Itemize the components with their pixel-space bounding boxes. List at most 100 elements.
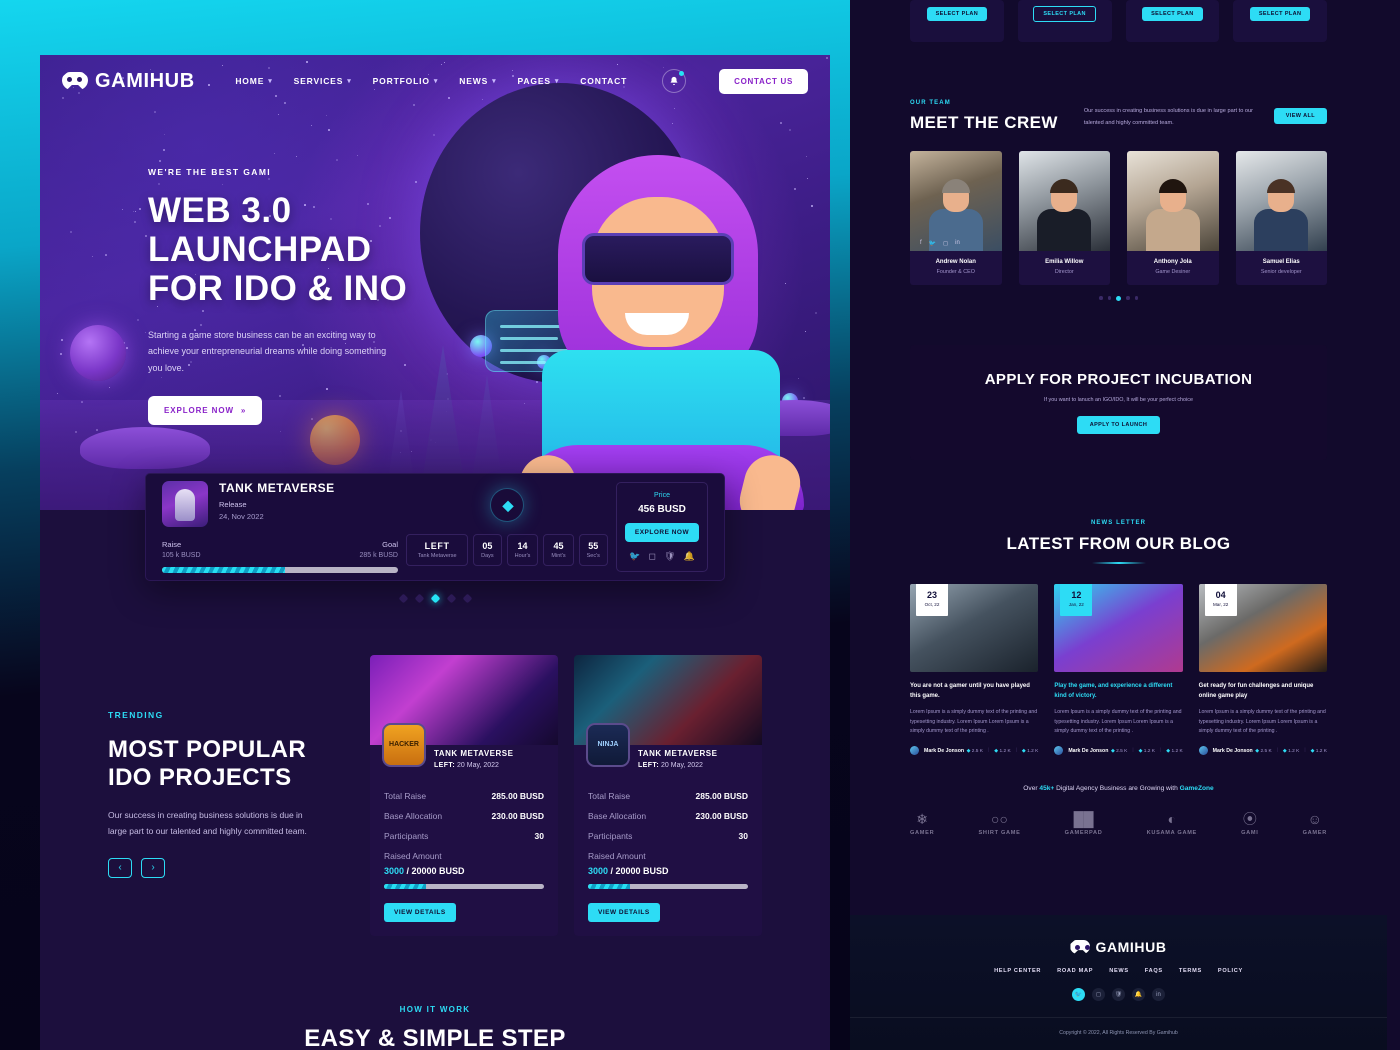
contact-us-button[interactable]: CONTACT US (719, 69, 808, 94)
avatar (1054, 746, 1063, 755)
footer-nav-item[interactable]: HELP CENTER (994, 968, 1041, 974)
footer-nav-item[interactable]: ROAD MAP (1057, 968, 1093, 974)
nav-item-services[interactable]: SERVICES ▾ (294, 76, 352, 86)
instagram-icon[interactable]: ◻ (943, 240, 948, 247)
hero-explore-button[interactable]: EXPLORE NOW » (148, 396, 262, 425)
twitter-icon[interactable]: 🐦 (629, 551, 640, 562)
chevron-left-icon[interactable]: ‹ (108, 858, 132, 878)
launchpad-progress-bar (162, 567, 398, 573)
hero-explore-label: EXPLORE NOW (164, 406, 234, 415)
team-slider-dot[interactable] (1135, 296, 1139, 300)
brand-logo: ⦿ GAMI (1241, 812, 1258, 836)
team-member-card[interactable]: Samuel Elias Senior developer (1236, 151, 1328, 285)
nav-item-news[interactable]: NEWS ▾ (459, 76, 496, 86)
brand-logo: ◐ KUSAMA GAME (1147, 812, 1197, 836)
countdown-value: 05 (481, 541, 494, 551)
facebook-icon[interactable]: f (920, 240, 922, 247)
nav-label: PORTFOLIO (373, 76, 430, 86)
blog-card[interactable]: 12 Jan, 22 Play the game, and experience a… (1054, 584, 1182, 755)
footer-nav-item[interactable]: TERMS (1179, 968, 1202, 974)
nav-item-contact[interactable]: CONTACT (580, 76, 627, 86)
select-plan-button[interactable]: SELECT PLAN (1033, 6, 1096, 22)
project-card[interactable]: NINJA TANK METAVERSE LEFT: 20 May, 2022 Tot… (574, 655, 762, 936)
brand-logo: ❄ GAMER (910, 812, 934, 836)
blog-card-title[interactable]: Get ready for fun challenges and unique … (1199, 682, 1327, 701)
launchpad-explore-button[interactable]: EXPLORE NOW (625, 523, 699, 542)
project-card-left: LEFT: 20 May, 2022 (638, 762, 703, 769)
footer-nav-item[interactable]: POLICY (1218, 968, 1243, 974)
site-header: GAMIHUB HOME ▾ SERVICES ▾ PORTFOLIO ▾ NEWS ▾… (40, 55, 830, 107)
footer-logo[interactable]: GAMIHUB (850, 939, 1387, 955)
shield-icon[interactable]: 🛡 (664, 551, 675, 562)
page-root: GAMIHUB HOME ▾ SERVICES ▾ PORTFOLIO ▾ NEWS ▾… (0, 0, 1400, 1050)
apply-to-launch-button[interactable]: APPLY TO LAUNCH (1077, 416, 1161, 434)
team-slider-dot[interactable] (1126, 296, 1130, 300)
stat-separator: | (1132, 748, 1133, 753)
team-member-card[interactable]: f 🐦 ◻ in Andrew Nolan Founder & CEO (910, 151, 1002, 285)
nav-item-portfolio[interactable]: PORTFOLIO ▾ (373, 76, 439, 86)
bell-icon[interactable] (662, 69, 686, 93)
countdown-unit: Days (481, 553, 494, 559)
team-slider-dot[interactable] (1099, 296, 1103, 300)
price-label: Price (625, 492, 699, 499)
hero-section: GAMIHUB HOME ▾ SERVICES ▾ PORTFOLIO ▾ NEWS ▾… (40, 55, 830, 510)
footer-nav-item[interactable]: FAQS (1145, 968, 1163, 974)
raised-amount-label: Raised Amount (384, 851, 544, 861)
slider-dot[interactable] (462, 594, 472, 604)
select-plan-button[interactable]: SELECT PLAN (1250, 7, 1311, 21)
instagram-icon[interactable]: ◻ (1092, 988, 1105, 1001)
brand-logo: ○○ SHIRT GAME (978, 812, 1020, 836)
project-stat-value: 230.00 BUSD (696, 811, 748, 821)
view-details-button[interactable]: VIEW DETAILS (384, 903, 456, 922)
view-details-button[interactable]: VIEW DETAILS (588, 903, 660, 922)
footer-nav-item[interactable]: NEWS (1109, 968, 1129, 974)
hero-slider-dots[interactable] (40, 595, 830, 602)
slider-dot[interactable] (398, 594, 408, 604)
blog-card-title[interactable]: You are not a gamer until you have playe… (910, 682, 1038, 701)
bell-icon[interactable]: 🔔 (1132, 988, 1145, 1001)
linkedin-icon[interactable]: in (1152, 988, 1165, 1001)
chevron-right-icon[interactable]: › (141, 858, 165, 878)
nav-item-home[interactable]: HOME ▾ (235, 76, 272, 86)
twitter-icon[interactable]: 🐦 (929, 240, 936, 247)
project-card[interactable]: HACKER TANK METAVERSE LEFT: 20 May, 2022 To… (370, 655, 558, 936)
twitter-icon[interactable]: 🐦 (1072, 988, 1085, 1001)
shield-icon[interactable]: 🛡 (1112, 988, 1125, 1001)
team-slider-dot[interactable] (1116, 296, 1121, 301)
team-slider-dots[interactable] (910, 296, 1327, 301)
blog-card-excerpt: Lorem Ipsum is a simply dummy text of th… (910, 708, 1038, 737)
blog-card-meta: Mark De Jonson ◆ 2.5 K | ◆ 1.2 K | ◆ 1.2 K (1199, 746, 1327, 755)
select-plan-button[interactable]: SELECT PLAN (1142, 7, 1203, 21)
slider-dot[interactable] (446, 594, 456, 604)
linkedin-icon[interactable]: in (955, 240, 960, 247)
team-member-figure (1254, 182, 1308, 251)
brand-logo: ██ GAMERPAD (1065, 812, 1103, 836)
headset-cat-icon: ◐ (1147, 812, 1197, 826)
select-plan-button[interactable]: SELECT PLAN (927, 7, 988, 21)
logo[interactable]: GAMIHUB (62, 70, 195, 93)
footer-socials: 🐦 ◻ 🛡 🔔 in (850, 988, 1387, 1001)
fire-icon: ◆ 2.5 K (1111, 748, 1127, 754)
nav-item-pages[interactable]: PAGES ▾ (518, 76, 560, 86)
team-member-card[interactable]: Emilia Willow Director (1019, 151, 1111, 285)
incubation-section: APPLY FOR PROJECT INCUBATION If you want… (850, 345, 1387, 460)
instagram-icon[interactable]: ◻ (649, 551, 656, 562)
blog-card[interactable]: 23 Oct, 22 You are not a gamer until you h… (910, 584, 1038, 755)
blog-card-title[interactable]: Play the game, and experience a differen… (1054, 682, 1182, 701)
project-stat-value: 285.00 BUSD (492, 791, 544, 801)
raise-value: 105 k BUSD (162, 552, 201, 559)
team-member-card[interactable]: Anthony Jola Game Desiner (1127, 151, 1219, 285)
slider-dot[interactable] (430, 594, 440, 604)
blog-card[interactable]: 04 Mar, 22 Get ready for fun challenges an… (1199, 584, 1327, 755)
team-slider-dot[interactable] (1108, 296, 1112, 300)
team-view-all-button[interactable]: VIEW ALL (1274, 108, 1327, 124)
brand-logo-label: GAMER (1303, 830, 1327, 836)
project-stat-value: 30 (535, 831, 544, 841)
slider-dot[interactable] (414, 594, 424, 604)
chevron-down-icon: ▾ (492, 77, 496, 85)
bell-icon[interactable]: 🔔 (683, 551, 694, 562)
raised-amount-value: 3000 / 20000 BUSD (384, 866, 544, 876)
blog-date-month: Jan, 22 (1069, 602, 1084, 607)
trending-paragraph: Our success in creating business solutio… (108, 807, 308, 840)
project-stat-row: Participants 30 (384, 831, 544, 841)
